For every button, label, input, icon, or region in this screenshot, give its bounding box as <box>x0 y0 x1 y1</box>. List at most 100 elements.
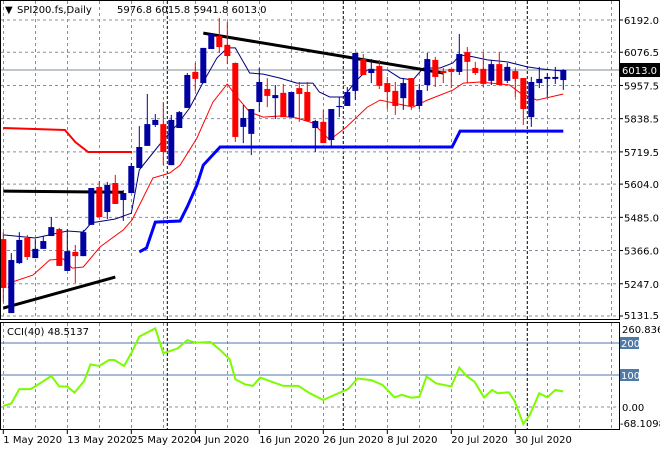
cci-zero-label: 0.00 <box>622 403 644 414</box>
candle-body <box>48 227 55 237</box>
candle-body <box>416 90 423 106</box>
bearish-candle <box>296 81 303 122</box>
candle-body <box>112 183 119 204</box>
candle-body <box>432 59 439 77</box>
candle-body <box>488 64 495 81</box>
time-tick-label: 20 Jul 2020 <box>451 435 508 446</box>
bullish-candle <box>272 85 279 120</box>
bearish-candle <box>432 56 439 87</box>
candle-body <box>312 121 319 129</box>
candle-body <box>208 33 215 50</box>
bullish-candle <box>32 239 39 259</box>
candle-body <box>392 90 399 106</box>
bullish-candle <box>336 97 343 118</box>
bearish-candle <box>408 78 415 110</box>
axes: 6192.0 6076.5 5957.5 5838.5 5719.5 5604.0 5485… <box>2 16 660 446</box>
candle-body <box>344 92 351 106</box>
candle-body <box>376 66 383 86</box>
candle-body <box>120 193 127 201</box>
price-tick-label: 6076.5 <box>624 48 659 59</box>
bullish-candle <box>488 59 495 86</box>
bullish-candle <box>88 188 95 225</box>
candle-body <box>552 76 559 79</box>
candle-body <box>448 68 455 72</box>
candle-body <box>368 68 375 74</box>
price-tick-label: 5604.0 <box>624 180 659 191</box>
chart-window: 6192.0 6076.5 5957.5 5838.5 5719.5 5604.0 5485… <box>0 0 660 446</box>
time-tick-label: 1 May 2020 <box>3 435 62 446</box>
candle-body <box>264 88 271 96</box>
cci-max-label: 260.8362 <box>622 325 660 336</box>
price-tick-label: 5838.5 <box>624 115 659 126</box>
bullish-candle <box>40 236 47 249</box>
bullish-candle <box>8 253 15 314</box>
candle-body <box>128 165 135 194</box>
bearish-candle <box>512 68 519 98</box>
main-pane-border <box>0 0 620 320</box>
candle-body <box>272 95 279 99</box>
candle-body <box>40 241 47 249</box>
bullish-candle <box>104 181 111 220</box>
candle-body <box>24 237 31 257</box>
trend-support-line <box>2 275 116 310</box>
cci-pane-border <box>0 322 620 430</box>
bearish-candle <box>112 174 119 204</box>
candle-body <box>336 105 343 108</box>
bullish-candle <box>176 110 183 129</box>
bullish-candle <box>240 105 247 144</box>
current-price-label: 6013.0 <box>622 66 657 77</box>
candle-body <box>176 112 183 129</box>
time-tick-label: 30 Jul 2020 <box>515 435 572 446</box>
bearish-candle <box>376 59 383 89</box>
bullish-candle <box>208 33 215 50</box>
bullish-candle <box>256 68 263 113</box>
candle-body <box>456 54 463 72</box>
bearish-candle <box>192 62 199 91</box>
candle-body <box>224 44 231 57</box>
bullish-candle <box>136 126 143 168</box>
time-tick-label: 4 Jun 2020 <box>195 435 249 446</box>
bearish-candle <box>96 181 103 218</box>
candle-body <box>256 81 263 103</box>
candle-body <box>240 117 247 127</box>
candlestick-series <box>0 18 567 314</box>
candle-body <box>248 109 255 134</box>
cci-grid <box>1 323 619 429</box>
price-tick-label: 6192.0 <box>624 16 659 27</box>
bearish-candle <box>160 102 167 166</box>
candle-body <box>216 35 223 48</box>
price-tick-label: 5247.0 <box>624 280 659 291</box>
candle-body <box>296 88 303 94</box>
bearish-candle <box>0 232 7 302</box>
bearish-candle <box>24 234 31 261</box>
bearish-candle <box>232 62 239 142</box>
candle-body <box>504 66 511 81</box>
price-tick-label: 5131.5 <box>624 311 659 322</box>
time-tick-label: 13 May 2020 <box>67 435 132 446</box>
cci-indicator-label: CCI(40) 48.5137 <box>7 327 89 338</box>
bullish-candle <box>328 109 335 147</box>
candle-body <box>280 92 287 118</box>
collapse-arrow-icon[interactable]: ▼ <box>5 5 13 16</box>
price-tick-label: 5957.5 <box>624 81 659 92</box>
candle-body <box>32 248 39 259</box>
candle-body <box>424 59 431 86</box>
bearish-candle <box>520 78 527 125</box>
candle-body <box>400 83 407 99</box>
bearish-candle <box>480 52 487 87</box>
candle-body <box>360 59 367 75</box>
candle-body <box>136 146 143 168</box>
bullish-candle <box>560 69 567 90</box>
bullish-candle <box>456 33 463 75</box>
bullish-candle <box>64 229 71 271</box>
bullish-candle <box>128 162 135 194</box>
candle-body <box>88 188 95 225</box>
candle-body <box>520 78 527 110</box>
bearish-candle <box>360 54 367 75</box>
bullish-candle <box>200 47 207 84</box>
bearish-candle <box>56 227 63 266</box>
bullish-candle <box>184 73 191 108</box>
candle-body <box>80 232 87 257</box>
bullish-candle <box>416 83 423 110</box>
indicator-overlays <box>2 31 564 310</box>
